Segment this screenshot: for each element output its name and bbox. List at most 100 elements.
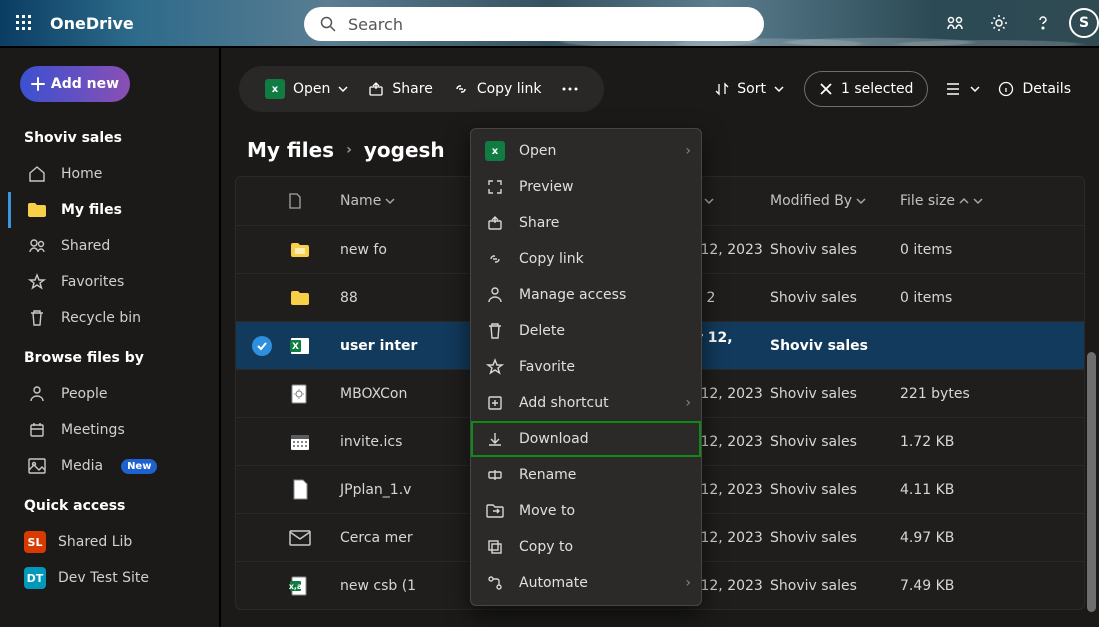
help-icon[interactable] (1021, 0, 1065, 47)
sidebar-item-label: Media (61, 458, 103, 474)
sidebar-item-favorites[interactable]: Favorites (8, 264, 211, 300)
person-icon (485, 286, 505, 304)
sidebar-section-title: Shoviv sales (24, 130, 211, 146)
add-new-button[interactable]: Add new (20, 66, 130, 102)
sort-button[interactable]: Sort (705, 66, 794, 112)
avatar[interactable]: S (1069, 8, 1099, 38)
context-automate[interactable]: Automate› (471, 565, 701, 601)
sort-up-icon (959, 196, 969, 206)
download-icon (485, 431, 505, 447)
file-type-icon (288, 526, 312, 550)
share-icon (485, 215, 505, 231)
trash-icon (27, 309, 47, 327)
sidebar-section-browse: Browse files by (24, 350, 211, 366)
cell-modifiedby: Shoviv sales (770, 386, 900, 402)
flow-icon (485, 575, 505, 591)
context-item-label: Preview (519, 179, 574, 195)
app-launcher-icon[interactable] (0, 15, 48, 31)
sidebar-item-my-files[interactable]: My files (8, 192, 211, 228)
context-item-label: Rename (519, 467, 576, 483)
svg-text:x,a: x,a (289, 582, 302, 591)
sort-icon (715, 82, 729, 96)
sidebar-item-media[interactable]: MediaNew (8, 448, 211, 484)
link-icon (485, 251, 505, 267)
context-rename[interactable]: Rename (471, 457, 701, 493)
cell-size: 1.72 KB (900, 434, 1020, 450)
teams-icon[interactable] (933, 0, 977, 47)
copy-link-button[interactable]: Copy link (443, 66, 552, 112)
search-placeholder: Search (348, 15, 403, 34)
file-type-icon: X (288, 334, 312, 358)
more-button[interactable] (552, 66, 588, 112)
settings-icon[interactable] (977, 0, 1021, 47)
moveto-icon (485, 503, 505, 519)
sidebar-item-home[interactable]: Home (8, 156, 211, 192)
sidebar-item-people[interactable]: People (8, 376, 211, 412)
file-type-icon (288, 286, 312, 310)
breadcrumb-root[interactable]: My files (247, 138, 334, 162)
rename-icon (485, 467, 505, 483)
context-copy-to[interactable]: Copy to (471, 529, 701, 565)
chevron-right-icon: › (685, 143, 691, 159)
context-add-shortcut[interactable]: Add shortcut› (471, 385, 701, 421)
cell-size: 221 bytes (900, 386, 1020, 402)
breadcrumb-leaf: yogesh (364, 138, 445, 162)
file-type-icon (288, 382, 312, 406)
context-open[interactable]: xOpen› (471, 133, 701, 169)
close-icon[interactable] (819, 82, 833, 96)
context-share[interactable]: Share (471, 205, 701, 241)
context-preview[interactable]: Preview (471, 169, 701, 205)
search-input[interactable]: Search (304, 7, 764, 41)
sidebar-section-quick: Quick access (24, 498, 211, 514)
context-delete[interactable]: Delete (471, 313, 701, 349)
cell-modifiedby: Shoviv sales (770, 578, 900, 594)
selection-pill[interactable]: 1 selected (804, 71, 928, 107)
quick-access-shared-lib[interactable]: SLShared Lib (8, 524, 211, 560)
context-item-label: Move to (519, 503, 575, 519)
context-item-label: Download (519, 431, 589, 447)
folder-icon (27, 202, 47, 218)
cell-size: 7.49 KB (900, 578, 1020, 594)
quick-access-dev-test-site[interactable]: DTDev Test Site (8, 560, 211, 596)
brand-label[interactable]: OneDrive (50, 14, 134, 33)
chevron-down-icon (338, 84, 348, 94)
sidebar-item-shared[interactable]: Shared (8, 228, 211, 264)
cell-modifiedby: Shoviv sales (770, 290, 900, 306)
share-button[interactable]: Share (358, 66, 442, 112)
sidebar-item-label: Favorites (61, 274, 124, 290)
file-type-icon (288, 430, 312, 454)
sidebar-item-recycle-bin[interactable]: Recycle bin (8, 300, 211, 336)
scrollbar-thumb[interactable] (1087, 352, 1096, 612)
view-switch-button[interactable] (938, 82, 988, 96)
ellipsis-icon (562, 87, 578, 91)
chevron-down-icon (704, 196, 714, 206)
context-move-to[interactable]: Move to (471, 493, 701, 529)
sidebar-item-label: Recycle bin (61, 310, 141, 326)
details-button[interactable]: Details (988, 66, 1081, 112)
info-icon (998, 81, 1014, 97)
file-type-icon (288, 238, 312, 262)
plus-icon (31, 77, 45, 91)
chevron-down-icon (385, 196, 395, 206)
open-button[interactable]: xOpen (255, 66, 358, 112)
context-favorite[interactable]: Favorite (471, 349, 701, 385)
context-manage-access[interactable]: Manage access (471, 277, 701, 313)
star-icon (27, 273, 47, 291)
sidebar-item-meetings[interactable]: Meetings (8, 412, 211, 448)
col-filesize[interactable]: File size (900, 193, 1020, 209)
context-menu: xOpen› Preview ShareCopy link Manage access… (470, 128, 702, 606)
star-icon (485, 358, 505, 376)
file-icon (288, 193, 302, 209)
site-badge: SL (24, 531, 46, 553)
cell-size: 4.11 KB (900, 482, 1020, 498)
col-modifiedby[interactable]: Modified By (770, 193, 900, 209)
context-item-label: Add shortcut (519, 395, 609, 411)
chevron-down-icon (856, 196, 866, 206)
excel-icon: x (265, 79, 285, 99)
context-download[interactable]: Download (471, 421, 701, 457)
context-item-label: Manage access (519, 287, 626, 303)
sidebar-item-label: Meetings (61, 422, 125, 438)
file-type-icon: x,a (288, 574, 312, 598)
chevron-right-icon: › (685, 575, 691, 591)
context-copy-link[interactable]: Copy link (471, 241, 701, 277)
